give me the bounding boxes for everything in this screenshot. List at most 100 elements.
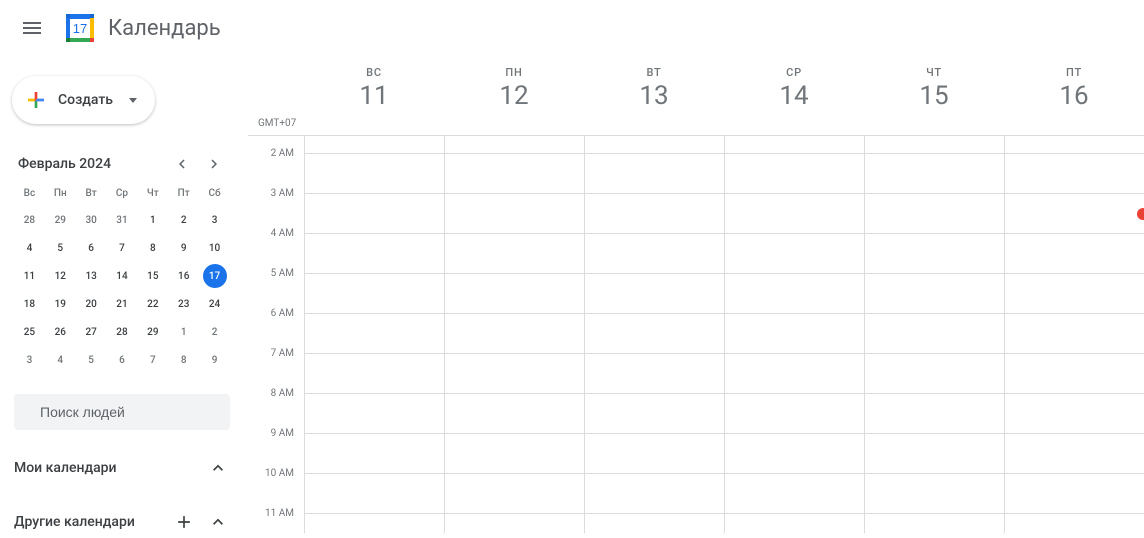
day-column[interactable]: [304, 136, 444, 533]
hour-cell[interactable]: [445, 314, 584, 354]
hour-cell[interactable]: [585, 154, 724, 194]
hour-cell[interactable]: [585, 314, 724, 354]
mini-day[interactable]: 4: [17, 236, 41, 260]
hour-cell[interactable]: [1005, 434, 1144, 474]
hour-cell[interactable]: [1005, 514, 1144, 533]
mini-day[interactable]: 16: [172, 264, 196, 288]
search-people-input[interactable]: [40, 404, 221, 420]
hour-cell[interactable]: [305, 154, 444, 194]
mini-day[interactable]: 14: [110, 264, 134, 288]
day-header-cell[interactable]: ЧТ15: [864, 56, 1004, 135]
hour-cell[interactable]: [445, 354, 584, 394]
mini-day[interactable]: 29: [48, 208, 72, 232]
hour-cell[interactable]: [585, 474, 724, 514]
hour-cell[interactable]: [865, 474, 1004, 514]
mini-day[interactable]: 20: [79, 292, 103, 316]
mini-day[interactable]: 26: [48, 320, 72, 344]
hour-cell[interactable]: [865, 234, 1004, 274]
mini-day[interactable]: 7: [110, 236, 134, 260]
hour-cell[interactable]: [865, 274, 1004, 314]
main-menu-button[interactable]: [8, 4, 56, 52]
hour-cell[interactable]: [725, 514, 864, 533]
hour-cell[interactable]: [1005, 314, 1144, 354]
day-header-cell[interactable]: ПН12: [444, 56, 584, 135]
mini-day[interactable]: 11: [17, 264, 41, 288]
mini-day[interactable]: 6: [110, 348, 134, 372]
mini-day[interactable]: 10: [203, 236, 227, 260]
mini-day[interactable]: 4: [48, 348, 72, 372]
hour-cell[interactable]: [865, 194, 1004, 234]
hour-cell[interactable]: [305, 274, 444, 314]
day-column[interactable]: [864, 136, 1004, 533]
hour-cell[interactable]: [445, 234, 584, 274]
hour-cell[interactable]: [725, 274, 864, 314]
mini-day[interactable]: 5: [48, 236, 72, 260]
hour-cell[interactable]: [445, 274, 584, 314]
mini-day[interactable]: 12: [48, 264, 72, 288]
hour-cell[interactable]: [585, 234, 724, 274]
mini-day[interactable]: 2: [172, 208, 196, 232]
day-header-cell[interactable]: СР14: [724, 56, 864, 135]
hour-cell[interactable]: [725, 234, 864, 274]
hour-cell[interactable]: [305, 354, 444, 394]
hour-cell[interactable]: [1005, 394, 1144, 434]
mini-day[interactable]: 29: [141, 320, 165, 344]
hour-cell[interactable]: [1005, 354, 1144, 394]
hour-cell[interactable]: [585, 354, 724, 394]
day-column[interactable]: [1004, 136, 1144, 533]
create-button[interactable]: Создать: [12, 76, 155, 124]
other-calendars-section[interactable]: Другие календари: [14, 506, 230, 538]
hour-cell[interactable]: [1005, 474, 1144, 514]
mini-day[interactable]: 22: [141, 292, 165, 316]
mini-day[interactable]: 9: [203, 348, 227, 372]
mini-day[interactable]: 31: [110, 208, 134, 232]
hour-cell[interactable]: [725, 354, 864, 394]
mini-day[interactable]: 13: [79, 264, 103, 288]
hour-cell[interactable]: [585, 394, 724, 434]
hour-cell[interactable]: [1005, 274, 1144, 314]
mini-day[interactable]: 24: [203, 292, 227, 316]
hour-cell[interactable]: [1005, 154, 1144, 194]
hour-cell[interactable]: [445, 434, 584, 474]
hour-cell[interactable]: [1005, 194, 1144, 234]
day-column[interactable]: [444, 136, 584, 533]
hour-cell[interactable]: [865, 394, 1004, 434]
hour-cell[interactable]: [865, 514, 1004, 533]
my-calendars-section[interactable]: Мои календари: [14, 452, 230, 484]
hour-cell[interactable]: [865, 434, 1004, 474]
hour-cell[interactable]: [585, 274, 724, 314]
hour-cell[interactable]: [725, 434, 864, 474]
mini-day[interactable]: 25: [17, 320, 41, 344]
mini-day[interactable]: 18: [17, 292, 41, 316]
mini-day[interactable]: 19: [48, 292, 72, 316]
hour-cell[interactable]: [1005, 234, 1144, 274]
hour-cell[interactable]: [445, 154, 584, 194]
mini-day[interactable]: 28: [110, 320, 134, 344]
hour-cell[interactable]: [865, 154, 1004, 194]
hour-cell[interactable]: [305, 194, 444, 234]
collapse-other-calendars-button[interactable]: [206, 510, 230, 534]
hour-cell[interactable]: [305, 434, 444, 474]
mini-day[interactable]: 1: [141, 208, 165, 232]
mini-day[interactable]: 2: [203, 320, 227, 344]
day-header-cell[interactable]: ПТ16: [1004, 56, 1144, 135]
hour-cell[interactable]: [585, 194, 724, 234]
prev-month-button[interactable]: [170, 152, 194, 176]
hour-cell[interactable]: [305, 474, 444, 514]
hour-cell[interactable]: [445, 194, 584, 234]
day-header-cell[interactable]: ВС11: [304, 56, 444, 135]
hour-cell[interactable]: [725, 394, 864, 434]
day-column[interactable]: [584, 136, 724, 533]
mini-day[interactable]: 8: [172, 348, 196, 372]
hour-cell[interactable]: [865, 314, 1004, 354]
mini-day[interactable]: 28: [17, 208, 41, 232]
mini-day[interactable]: 3: [203, 208, 227, 232]
mini-day[interactable]: 1: [172, 320, 196, 344]
hour-cell[interactable]: [725, 474, 864, 514]
hour-cell[interactable]: [725, 314, 864, 354]
hour-cell[interactable]: [305, 394, 444, 434]
hour-cell[interactable]: [305, 514, 444, 533]
hour-cell[interactable]: [585, 514, 724, 533]
search-people-field[interactable]: [14, 394, 230, 430]
mini-day[interactable]: 27: [79, 320, 103, 344]
